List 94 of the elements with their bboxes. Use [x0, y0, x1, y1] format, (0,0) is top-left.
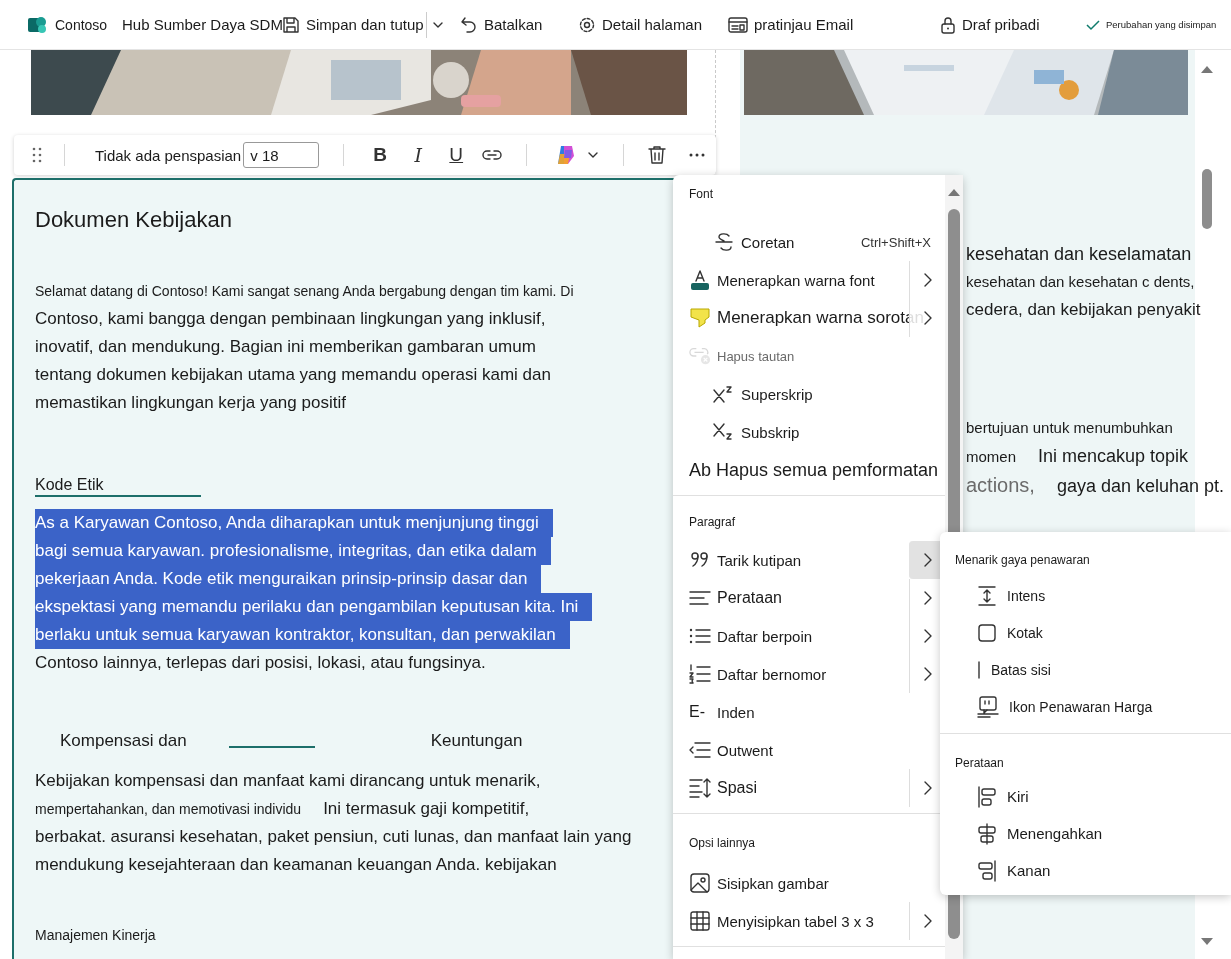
menu-item[interactable]: Ab Hapus semua pemformatan — [673, 451, 945, 489]
menu-item[interactable]: Menerapkan warna font — [673, 261, 945, 299]
style-picker[interactable]: Tidak ada penspasian — [95, 146, 242, 164]
align-left-icon — [977, 785, 997, 808]
subscript-icon — [713, 423, 735, 441]
align-left-icon — [689, 590, 711, 606]
more-icon[interactable] — [688, 152, 707, 158]
page-details-button[interactable]: Detail halaman — [578, 8, 703, 41]
text-line: Selamat datang di Contoso! Kami sangat senang Anda bergabung dengan tim kami. Di — [35, 282, 574, 301]
shortcut-text: Ctrl+Shift+X — [860, 234, 931, 250]
menu-item[interactable]: Intens — [940, 577, 1231, 614]
menu-item[interactable]: Menyisipkan tabel 3 x 3 — [673, 902, 945, 940]
text-fragment: kesehatan dan keselamatan — [966, 243, 1192, 266]
intense-icon — [977, 584, 997, 607]
text-line: Kebijakan kompensasi dan manfaat kami dirancang untuk menarik, — [35, 770, 541, 792]
save-button[interactable]: Simpan dan tutup — [282, 8, 424, 41]
highlighter-icon — [689, 307, 711, 329]
menu-item[interactable]: Coretan Ctrl+Shift+X — [673, 223, 945, 261]
dropdown-button[interactable] — [425, 11, 444, 38]
italic-button[interactable]: I — [406, 144, 431, 166]
drag-handle-icon[interactable] — [32, 146, 42, 164]
menu-item[interactable]: Superskrip — [673, 375, 945, 413]
bullet-list-icon — [689, 627, 711, 645]
text-fragment: actions, — [966, 473, 1035, 498]
undo-button[interactable]: Batalkan — [460, 8, 543, 41]
privacy-button[interactable]: Draf pribadi — [940, 8, 1040, 41]
app-icon[interactable] — [27, 14, 47, 35]
menu-section-title: Opsi lainnya — [688, 835, 757, 852]
site-name[interactable]: Contoso — [55, 16, 122, 33]
numbered-list-icon — [689, 664, 711, 684]
text-fragment: bertujuan untuk menumbuhkan — [966, 418, 1173, 438]
line-spacing-icon — [689, 777, 711, 799]
underline-button[interactable]: U — [444, 144, 469, 166]
lock-icon — [940, 15, 956, 34]
menu-item[interactable]: Menengahkan — [940, 815, 1231, 852]
vertical-bar-icon — [977, 659, 981, 680]
scroll-up-icon[interactable] — [947, 187, 961, 197]
save-icon — [282, 15, 300, 34]
page-title: Hub Sumber Daya SDM — [122, 16, 282, 33]
quote-icon — [689, 551, 711, 569]
text-line: inovatif, dan mendukung. Bagian ini memberikan gambaran umum — [35, 336, 536, 358]
text-line: Contoso, kami bangga dengan pembinaan lingkungan yang inklusif, — [35, 308, 546, 330]
undo-icon — [460, 15, 478, 34]
text-line: mendukung kesejahteraan dan keamanan keuangan Anda. kebijakan — [35, 854, 557, 876]
email-preview-button[interactable]: pratinjau Email — [728, 8, 854, 41]
superscript-icon — [713, 385, 735, 403]
outdent-icon — [689, 741, 711, 759]
menu-item[interactable]: Subskrip — [673, 413, 945, 451]
bold-button[interactable]: B — [368, 144, 393, 166]
scroll-up-icon[interactable] — [1200, 64, 1214, 74]
square-icon — [977, 622, 997, 643]
font-color-icon — [689, 269, 711, 291]
text-fragment: kesehatan dan kesehatan c dents, — [966, 272, 1195, 292]
email-preview-icon — [728, 15, 748, 34]
link-icon[interactable] — [482, 149, 503, 161]
indent-icon: E- — [689, 703, 711, 721]
menu-section-title: Paragraf — [688, 514, 737, 531]
section-heading: Kode Etik — [35, 475, 201, 497]
text-fragment: momen — [966, 447, 1017, 467]
text-fragment: Ini mencakup topik — [1038, 445, 1189, 468]
menu-section-title: Perataan — [954, 755, 1005, 772]
document-title: Dokumen Kebijakan — [35, 207, 233, 233]
text-fragment: cedera, dan kebijakan penyakit — [966, 299, 1201, 321]
unlink-icon — [689, 346, 711, 366]
text-line: tentang dokumen kebijakan utama yang memandu operasi kami dan — [35, 364, 551, 386]
delete-icon[interactable] — [648, 145, 667, 165]
table-icon — [689, 911, 711, 931]
image-icon — [689, 873, 711, 893]
menu-item[interactable]: Ikon Penawaran Harga — [940, 688, 1231, 725]
settings-icon — [578, 15, 596, 34]
text-fragment: Ini termasuk gaji kompetitif, — [323, 798, 530, 820]
align-center-icon — [977, 822, 997, 845]
quote-bubble-icon — [977, 695, 999, 718]
section-heading: Keuntungan — [430, 731, 523, 751]
menu-item[interactable]: Batas sisi — [940, 651, 1231, 688]
align-right-icon — [977, 859, 997, 882]
font-size-field[interactable]: v 18 — [243, 142, 320, 168]
text-line: berbakat. asuransi kesehatan, paket pensiun, cuti lunas, dan manfaat lain yang — [35, 826, 632, 848]
section-heading: Manajemen Kinerja — [35, 927, 157, 943]
section-heading: Kompensasi dan — [60, 731, 187, 751]
menu-section-title: Font — [688, 186, 714, 203]
menu-item[interactable]: Kiri — [940, 778, 1231, 815]
text-fragment: mempertahankan, dan memotivasi individu — [35, 800, 302, 819]
menu-section-title: Menarik gaya penawaran — [954, 552, 1091, 569]
save-status-text: Perubahan yang disimpan — [1106, 19, 1217, 30]
scrollbar-thumb[interactable] — [1202, 169, 1212, 229]
menu-item[interactable]: Kotak — [940, 614, 1231, 651]
check-icon — [1086, 18, 1100, 31]
text-line: Contoso lainnya, terlepas dari posisi, lokasi, atau fungsinya. — [35, 652, 486, 674]
scroll-down-icon[interactable] — [1200, 937, 1214, 947]
text-line: memastikan lingkungan kerja yang positif — [35, 392, 346, 414]
strikethrough-icon — [713, 232, 735, 252]
menu-item[interactable]: Kanan — [940, 852, 1231, 889]
text-fragment: gaya dan keluhan pt. — [1056, 475, 1225, 498]
